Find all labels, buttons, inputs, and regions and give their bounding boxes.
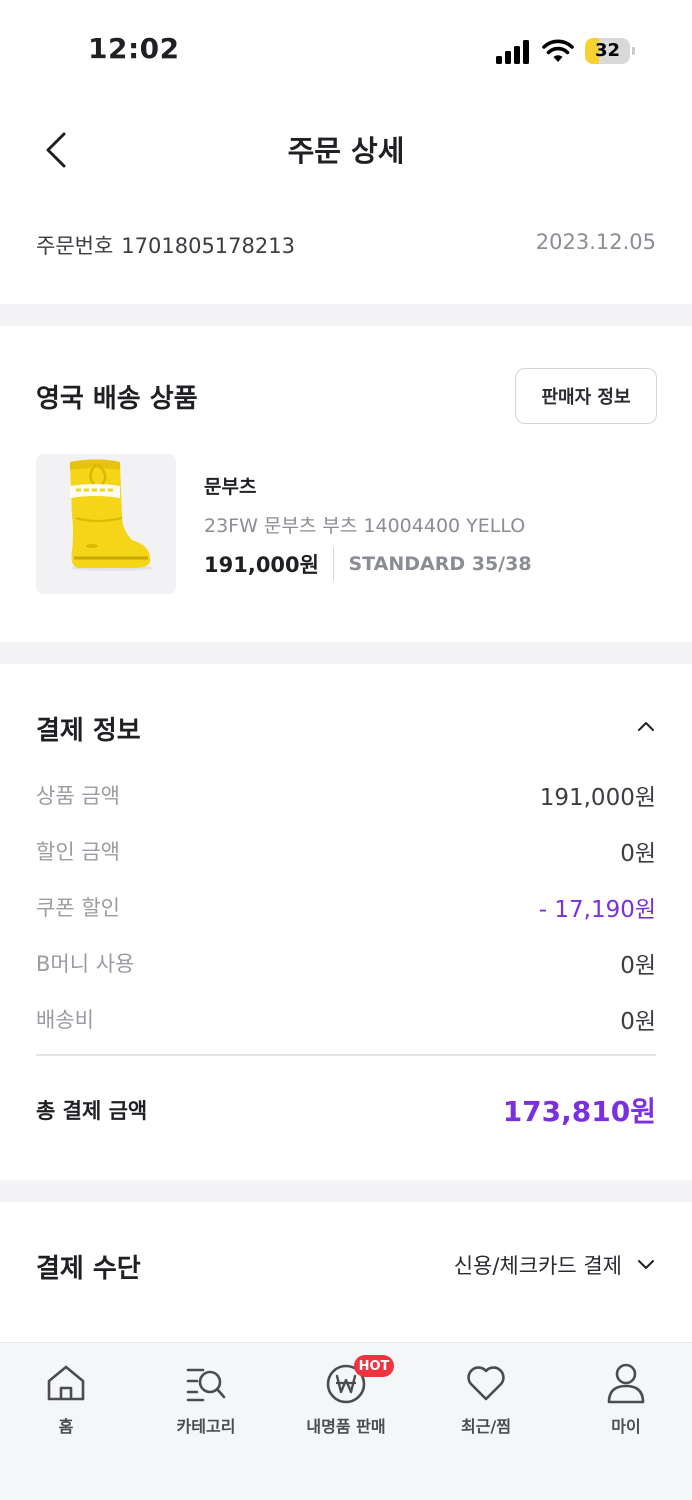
- order-number: 주문번호 1701805178213: [36, 230, 295, 260]
- payment-row-label: 배송비: [36, 1008, 94, 1032]
- order-date: 2023.12.05: [535, 230, 656, 254]
- nav-item-home[interactable]: 홈: [0, 1343, 136, 1453]
- product-name[interactable]: 23FW 문부츠 부츠 14004400 YELLO: [204, 511, 525, 538]
- chevron-up-icon[interactable]: [636, 716, 656, 736]
- order-number-label: 주문번호: [36, 234, 114, 258]
- section-divider: [0, 642, 692, 664]
- total-value: 173,810원: [502, 1095, 656, 1128]
- product-section-title: 영국 배송 상품: [36, 384, 198, 414]
- product-image[interactable]: [36, 454, 176, 594]
- payment-divider: [36, 1054, 656, 1056]
- price-separator: [332, 547, 335, 581]
- hot-badge: HOT: [354, 1355, 394, 1377]
- section-divider: [0, 1180, 692, 1202]
- yellow-snow-boot-image: [36, 454, 176, 594]
- payment-method-section[interactable]: 결제 수단 신용/체크카드 결제: [0, 1202, 692, 1330]
- battery-level: 32: [594, 40, 621, 61]
- product-section: 영국 배송 상품 판매자 정보 문부츠 23FW 문부츠 부츠 14004400…: [0, 326, 692, 642]
- product-option: STANDARD 35/38: [348, 553, 532, 575]
- order-number-value: 1701805178213: [121, 234, 295, 258]
- page-title: 주문 상세: [287, 134, 405, 168]
- home-icon: [47, 1365, 85, 1401]
- nav-label: 카테고리: [176, 1417, 236, 1436]
- payment-row-shipping: 배송비 0원: [36, 1002, 656, 1036]
- bottom-nav: 홈 카테고리 내명품 판매 최근/찜 마이 HOT: [0, 1342, 692, 1500]
- nav-item-my[interactable]: 마이: [556, 1343, 692, 1453]
- total-label: 총 결제 금액: [36, 1099, 148, 1123]
- payment-row-coupon: 쿠폰 할인 - 17,190원: [36, 890, 656, 924]
- payment-row-product-amount: 상품 금액 191,000원: [36, 778, 656, 812]
- nav-label: 내명품 판매: [306, 1417, 386, 1436]
- payment-info-title[interactable]: 결제 정보: [36, 710, 141, 747]
- nav-item-category[interactable]: 카테고리: [136, 1343, 276, 1453]
- seller-info-button[interactable]: 판매자 정보: [515, 368, 657, 424]
- payment-row-value: 0원: [620, 841, 656, 867]
- section-divider: [0, 304, 692, 326]
- payment-row-label: 상품 금액: [36, 784, 120, 808]
- status-time: 12:02: [88, 32, 180, 65]
- payment-row-bmoney: B머니 사용 0원: [36, 946, 656, 980]
- payment-method-title: 결제 수단: [36, 1254, 141, 1284]
- wifi-icon: [542, 39, 574, 62]
- product-brand[interactable]: 문부츠: [204, 472, 256, 499]
- cellular-signal-icon: [496, 40, 529, 64]
- heart-icon: [467, 1366, 505, 1401]
- coupon-discount-value: - 17,190원: [538, 897, 656, 923]
- nav-label: 마이: [611, 1417, 641, 1436]
- payment-info-section: 결제 정보 상품 금액 191,000원 할인 금액 0원 쿠폰 할인 - 17…: [0, 664, 692, 1180]
- nav-label: 홈: [58, 1417, 74, 1436]
- header: 주문 상세: [0, 100, 692, 200]
- payment-row-discount: 할인 금액 0원: [36, 834, 656, 868]
- nav-item-sell[interactable]: 내명품 판매: [276, 1343, 416, 1453]
- product-price: 191,000원: [204, 553, 319, 577]
- payment-row-value: 0원: [620, 1009, 656, 1035]
- nav-item-recent-wish[interactable]: 최근/찜: [416, 1343, 556, 1453]
- payment-row-label: 할인 금액: [36, 840, 120, 864]
- battery-icon: 32: [585, 38, 635, 64]
- chevron-down-icon[interactable]: [636, 1254, 656, 1274]
- person-icon: [607, 1363, 645, 1404]
- order-info-row: 주문번호 1701805178213 2023.12.05: [0, 200, 692, 304]
- payment-total-row: 총 결제 금액 173,810원: [36, 1090, 656, 1130]
- payment-row-label: B머니 사용: [36, 952, 135, 976]
- payment-row-value: 191,000원: [539, 785, 656, 811]
- category-search-icon: [186, 1368, 226, 1402]
- status-bar: 12:02 32: [0, 0, 692, 100]
- payment-row-value: 0원: [620, 953, 656, 979]
- payment-method-value[interactable]: 신용/체크카드 결제: [454, 1250, 622, 1280]
- payment-row-label: 쿠폰 할인: [36, 896, 120, 920]
- product-price-line: 191,000원 STANDARD 35/38: [204, 547, 532, 581]
- nav-label: 최근/찜: [460, 1417, 511, 1436]
